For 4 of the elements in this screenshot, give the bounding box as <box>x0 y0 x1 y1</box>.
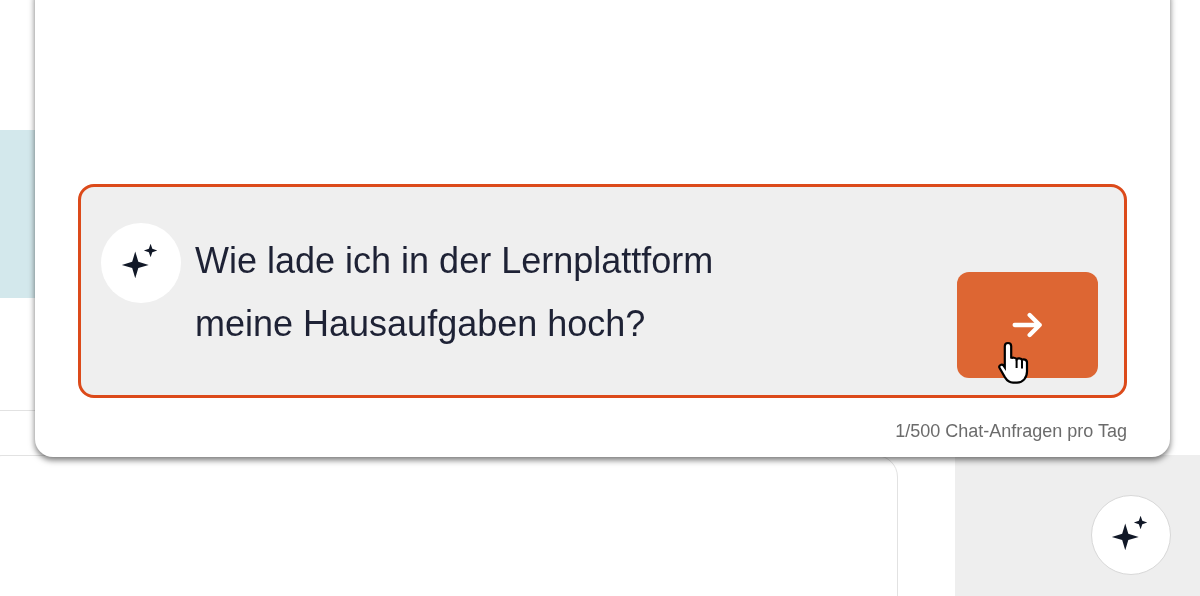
message-field[interactable]: Wie lade ich in der Lernplattform meine Hausaufgaben hoch? <box>78 184 1127 398</box>
usage-counter: 1/500 Chat-Anfragen pro Tag <box>895 420 1127 443</box>
message-text: Wie lade ich in der Lernplattform meine Hausaufgaben hoch? <box>195 239 715 346</box>
send-button[interactable] <box>957 272 1098 378</box>
